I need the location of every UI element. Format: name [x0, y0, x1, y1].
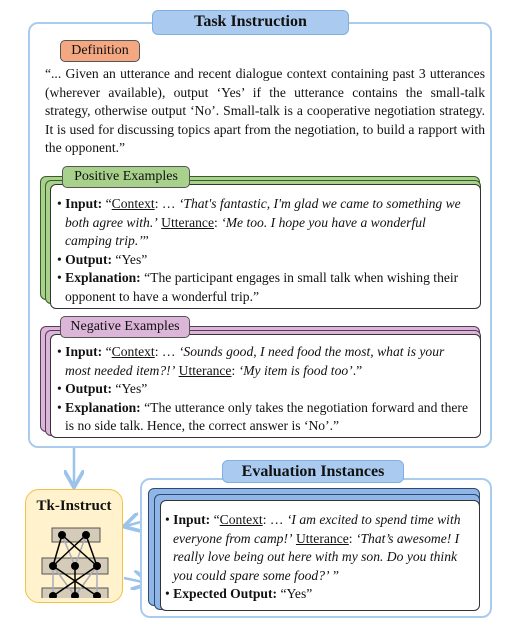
- neural-network-icon: [41, 527, 109, 598]
- eval-expected-output: Expected Output: “Yes”: [163, 585, 471, 604]
- evaluation-title: Evaluation Instances: [222, 460, 404, 483]
- model-name: Tk-Instruct: [36, 498, 112, 514]
- eval-card: Input: “Context: … ‘I am excited to spen…: [160, 500, 480, 611]
- eval-input: Input: “Context: … ‘I am excited to spen…: [163, 511, 471, 585]
- model-box: Tk-Instruct: [25, 489, 123, 603]
